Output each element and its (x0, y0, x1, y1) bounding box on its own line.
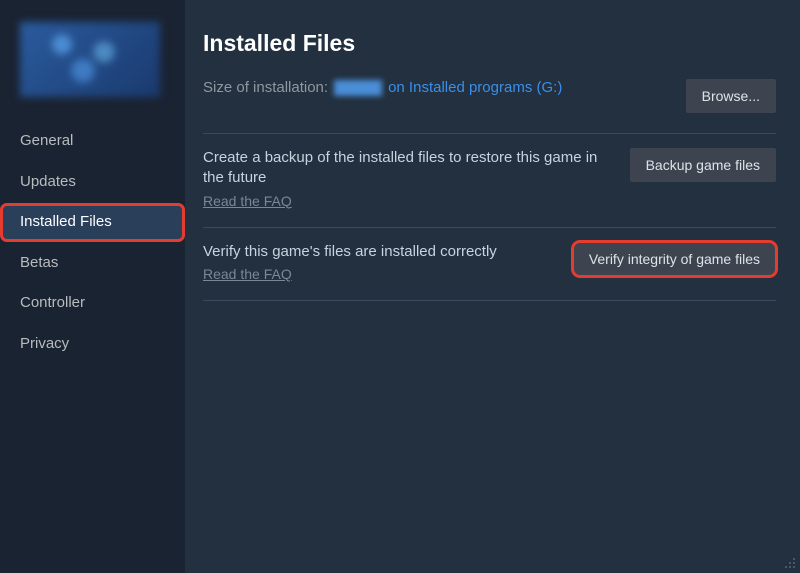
backup-section: Create a backup of the installed files t… (203, 133, 776, 227)
size-value-blurred (334, 80, 382, 96)
verify-description: Verify this game's files are installed c… (203, 242, 553, 262)
verify-section: Verify this game's files are installed c… (203, 227, 776, 301)
content-panel: Installed Files Size of installation: on… (185, 0, 800, 573)
sidebar-item-controller[interactable]: Controller (0, 284, 185, 323)
size-of-installation: Size of installation: on Installed progr… (203, 79, 562, 96)
backup-game-files-button[interactable]: Backup game files (630, 148, 776, 182)
resize-grip-icon[interactable] (784, 557, 798, 571)
backup-description: Create a backup of the installed files t… (203, 148, 610, 189)
sidebar-item-updates[interactable]: Updates (0, 163, 185, 202)
install-location-link[interactable]: on Installed programs (G:) (388, 79, 562, 96)
verify-faq-link[interactable]: Read the FAQ (203, 266, 292, 282)
sidebar-item-privacy[interactable]: Privacy (0, 325, 185, 364)
sidebar-item-installed-files[interactable]: Installed Files (0, 203, 185, 242)
sidebar: General Updates Installed Files Betas Co… (0, 0, 185, 573)
game-header-image (20, 22, 160, 97)
size-label: Size of installation: (203, 79, 328, 96)
backup-faq-link[interactable]: Read the FAQ (203, 193, 292, 209)
sidebar-item-general[interactable]: General (0, 122, 185, 161)
verify-integrity-button[interactable]: Verify integrity of game files (573, 242, 776, 276)
browse-button[interactable]: Browse... (686, 79, 776, 113)
sidebar-item-betas[interactable]: Betas (0, 244, 185, 283)
page-title: Installed Files (203, 30, 776, 57)
